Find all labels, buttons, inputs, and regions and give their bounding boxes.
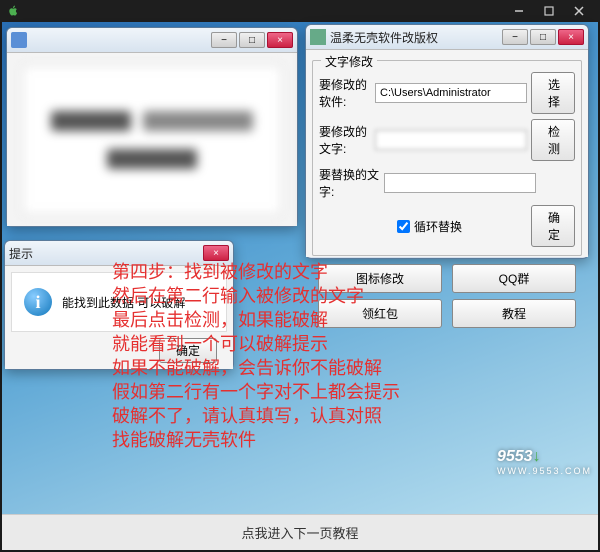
window-editor-body: 文字修改 要修改的软件: 选择 要修改的文字: 检测 要替换的文字:: [306, 49, 588, 257]
info-icon: i: [24, 288, 52, 316]
watermark: 9553↓ WWW.9553.COM: [497, 448, 592, 476]
blurred-content: [22, 65, 282, 215]
window-editor: 温柔无壳软件改版权 − □ × 文字修改 要修改的软件: 选择 要修改的文: [305, 24, 589, 259]
checkbox-loop-replace[interactable]: [397, 220, 410, 233]
instruction-line: 然后在第二行输入被修改的文字: [112, 284, 582, 308]
label-find-text: 要修改的文字:: [319, 123, 371, 157]
groupbox-legend: 文字修改: [321, 53, 377, 70]
footer-next-page[interactable]: 点我进入下一页教程: [2, 514, 598, 550]
detect-button[interactable]: 检测: [531, 119, 575, 161]
groupbox-text-edit: 文字修改 要修改的软件: 选择 要修改的文字: 检测 要替换的文字:: [312, 60, 582, 256]
watermark-sub: WWW.9553.COM: [497, 466, 592, 476]
confirm-button[interactable]: 确定: [531, 205, 575, 247]
outer-window: − □ × 提示 × i: [0, 0, 600, 552]
outer-close-button[interactable]: [564, 1, 594, 21]
minimize-button[interactable]: −: [211, 32, 237, 48]
instruction-line: 如果不能破解，会告诉你不能破解: [112, 356, 582, 380]
window-editor-title: 温柔无壳软件改版权: [330, 29, 502, 46]
input-software-path[interactable]: [375, 83, 527, 103]
outer-titlebar[interactable]: [0, 0, 600, 22]
label-software: 要修改的软件:: [319, 76, 371, 110]
instruction-line: 假如第二行有一个字对不上都会提示: [112, 380, 582, 404]
instruction-line: 第四步：找到被修改的文字: [112, 260, 582, 284]
row-loop: 循环替换 确定: [397, 205, 575, 247]
footer-text: 点我进入下一页教程: [241, 523, 358, 542]
close-button[interactable]: ×: [558, 29, 584, 45]
desktop-area: − □ × 提示 × i: [2, 22, 598, 514]
input-replace-text[interactable]: [384, 173, 536, 193]
row-replace-text: 要替换的文字:: [319, 166, 575, 200]
maximize-button[interactable]: □: [239, 32, 265, 48]
instruction-line: 最后点击检测，如果能破解: [112, 308, 582, 332]
instruction-text: 第四步：找到被修改的文字 然后在第二行输入被修改的文字 最后点击检测，如果能破解…: [112, 260, 582, 452]
row-find-text: 要修改的文字: 检测: [319, 119, 575, 161]
window-blurred: − □ ×: [6, 27, 298, 227]
maximize-button[interactable]: □: [530, 29, 556, 45]
app-icon: [310, 29, 326, 45]
apple-logo-icon: [6, 4, 20, 18]
outer-minimize-button[interactable]: [504, 1, 534, 21]
outer-maximize-button[interactable]: [534, 1, 564, 21]
watermark-main: 9553: [497, 448, 533, 465]
row-software: 要修改的软件: 选择: [319, 72, 575, 114]
window-editor-titlebar[interactable]: 温柔无壳软件改版权 − □ ×: [306, 25, 588, 49]
window-blurred-titlebar[interactable]: − □ ×: [7, 28, 297, 52]
input-find-text[interactable]: [375, 130, 527, 150]
close-button[interactable]: ×: [267, 32, 293, 48]
label-loop-replace: 循环替换: [414, 218, 462, 235]
minimize-button[interactable]: −: [502, 29, 528, 45]
app-icon: [11, 32, 27, 48]
instruction-line: 就能看到一个可以破解提示: [112, 332, 582, 356]
window-blurred-body: [7, 52, 297, 226]
instruction-line: 破解不了，请认真填写，认真对照: [112, 404, 582, 428]
label-replace-text: 要替换的文字:: [319, 166, 380, 200]
select-button[interactable]: 选择: [531, 72, 575, 114]
dialog-prompt-title: 提示: [9, 245, 203, 262]
close-button[interactable]: ×: [203, 245, 229, 261]
